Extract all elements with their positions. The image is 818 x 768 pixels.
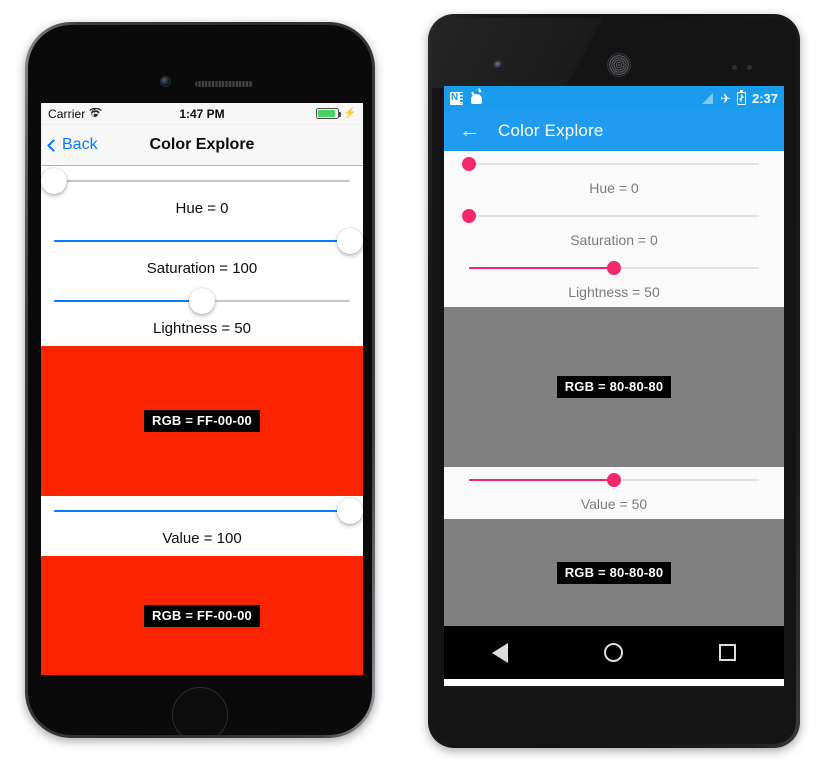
android-status-bar: ✈ 2:37 [444, 86, 784, 110]
page-title: Color Explore [149, 136, 255, 153]
iphone-screen: Carrier ⏱ 1:47 PM ⚡ [41, 103, 363, 675]
airplane-mode-icon: ✈ [720, 90, 731, 106]
lightness-value-label: Lightness = 50 [444, 281, 784, 307]
home-button[interactable] [172, 687, 228, 735]
hsl-swatch: RGB = 80-80-80 [444, 307, 784, 467]
android-app-bar: ← Color Explore [444, 110, 784, 151]
android-robot-icon [470, 92, 483, 104]
hsl-rgb-label: RGB = 80-80-80 [556, 376, 672, 398]
signal-no-service-icon [702, 92, 714, 104]
lightness-slider[interactable] [444, 255, 784, 281]
hsv-swatch: RGB = FF-00-00 [41, 556, 363, 675]
saturation-slider-track [54, 240, 350, 242]
value-slider[interactable] [41, 496, 363, 526]
lightness-value-label: Lightness = 50 [41, 316, 363, 346]
value-slider-thumb[interactable] [337, 498, 363, 524]
iphone-device-frame: Carrier ⏱ 1:47 PM ⚡ [25, 22, 375, 738]
lightness-control-row: Lightness = 50 [41, 286, 363, 346]
onenote-icon [450, 91, 463, 105]
proximity-sensor-icon [732, 65, 737, 70]
hsv-rgb-label: RGB = 80-80-80 [556, 561, 672, 584]
notification-icons-group [450, 91, 483, 105]
earpiece-speaker-icon [195, 81, 253, 87]
saturation-control-row: Saturation = 0 [444, 203, 784, 255]
android-device-frame: ✈ 2:37 ← Color Explore [428, 14, 800, 748]
arrow-left-icon[interactable]: ← [459, 120, 480, 141]
ios-status-bar: Carrier ⏱ 1:47 PM ⚡ [41, 103, 363, 125]
hue-slider-thumb[interactable] [41, 168, 67, 194]
value-slider-track [54, 510, 350, 512]
value-value-label: Value = 50 [444, 493, 784, 519]
saturation-value-label: Saturation = 100 [41, 256, 363, 286]
hue-control-row: Hue = 0 [444, 151, 784, 203]
bezel-gloss [432, 18, 796, 88]
hue-slider-thumb[interactable] [462, 157, 476, 171]
hue-slider-track [469, 163, 759, 165]
earpiece-speaker-icon [608, 54, 630, 76]
ios-nav-bar: Back Color Explore [41, 125, 363, 166]
ios-clock: 1:47 PM [179, 106, 225, 121]
hsl-rgb-label: RGB = FF-00-00 [144, 410, 260, 432]
front-camera-icon [161, 77, 170, 86]
android-bezel: ✈ 2:37 ← Color Explore [432, 18, 796, 744]
saturation-slider-thumb[interactable] [337, 228, 363, 254]
light-sensor-icon [747, 65, 752, 70]
value-value-label: Value = 100 [41, 526, 363, 556]
nav-back-triangle-icon[interactable] [492, 642, 508, 663]
page-title: Color Explore [498, 120, 604, 140]
value-slider-thumb[interactable] [607, 473, 621, 487]
front-camera-icon [494, 61, 503, 70]
android-nav-bar [444, 626, 784, 679]
saturation-slider-track [469, 215, 759, 217]
hsv-swatch: RGB = 80-80-80 [444, 519, 784, 626]
battery-charging-icon [736, 89, 746, 105]
lightness-slider-thumb[interactable] [607, 261, 621, 275]
saturation-slider-thumb[interactable] [462, 209, 476, 223]
hue-value-label: Hue = 0 [41, 196, 363, 226]
hue-value-label: Hue = 0 [444, 177, 784, 203]
value-control-row: Value = 50 [444, 467, 784, 519]
hsl-swatch: RGB = FF-00-00 [41, 346, 363, 496]
battery-full-icon [315, 108, 342, 119]
dual-phone-mockup: Carrier ⏱ 1:47 PM ⚡ [0, 0, 818, 768]
android-clock: 2:37 [751, 90, 778, 106]
iphone-bezel: Carrier ⏱ 1:47 PM ⚡ [28, 25, 372, 735]
android-screen: ✈ 2:37 ← Color Explore [444, 86, 784, 686]
hue-slider[interactable] [444, 151, 784, 177]
saturation-slider[interactable] [41, 226, 363, 256]
lightness-slider-thumb[interactable] [189, 288, 215, 314]
nav-home-circle-icon[interactable] [604, 643, 623, 662]
saturation-slider[interactable] [444, 203, 784, 229]
value-slider[interactable] [444, 467, 784, 493]
lightness-control-row: Lightness = 50 [444, 255, 784, 307]
lightness-slider[interactable] [41, 286, 363, 316]
value-control-row: Value = 100 [41, 496, 363, 556]
hsv-rgb-label: RGB = FF-00-00 [144, 604, 260, 627]
saturation-value-label: Saturation = 0 [444, 229, 784, 255]
hue-control-row: Hue = 0 [41, 166, 363, 226]
hue-slider-track [54, 180, 350, 182]
hue-slider[interactable] [41, 166, 363, 196]
system-icons-group: ✈ 2:37 [702, 89, 778, 106]
android-content: Hue = 0 Saturation = 0 Lightness = 50 RG… [444, 151, 784, 626]
saturation-control-row: Saturation = 100 [41, 226, 363, 286]
ios-content: Hue = 0 Saturation = 100 Lightness = 50 … [41, 166, 363, 675]
nav-recents-square-icon[interactable] [719, 644, 736, 661]
